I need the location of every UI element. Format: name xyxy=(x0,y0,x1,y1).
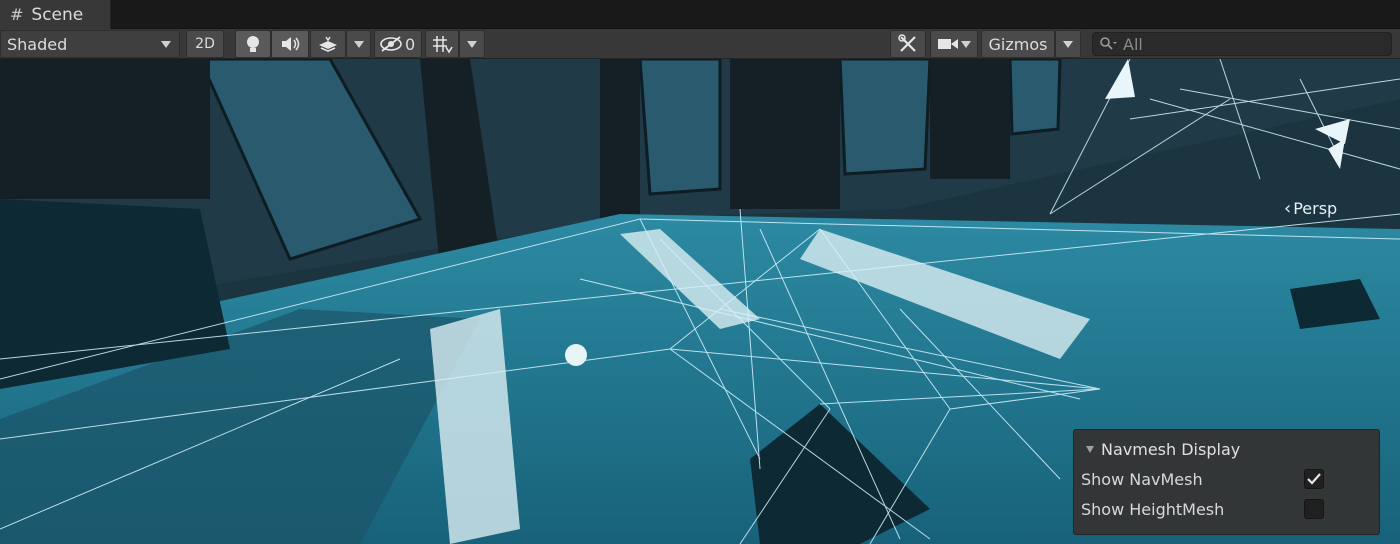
grid-icon xyxy=(433,36,453,54)
perspective-toggle[interactable]: ‹ Persp xyxy=(1284,198,1337,219)
show-heightmesh-label: Show HeightMesh xyxy=(1081,500,1225,519)
audio-toggle-button[interactable] xyxy=(271,30,309,58)
camera-settings-button[interactable] xyxy=(930,30,978,58)
grid-dropdown-button[interactable] xyxy=(459,30,485,58)
tools-button[interactable] xyxy=(890,30,926,58)
hidden-objects-toggle[interactable]: 0 xyxy=(374,30,422,58)
camera-icon xyxy=(938,39,958,49)
show-heightmesh-checkbox[interactable] xyxy=(1304,499,1324,519)
gizmos-dropdown-button[interactable] xyxy=(1055,30,1081,58)
eye-slash-icon xyxy=(380,36,402,52)
show-navmesh-label: Show NavMesh xyxy=(1081,470,1203,489)
lighting-toggle-button[interactable] xyxy=(235,30,271,58)
2d-toggle-label: 2D xyxy=(195,36,215,52)
checkmark-icon xyxy=(1307,473,1321,485)
speaker-icon xyxy=(282,37,300,51)
scene-toolbar: Shaded 2D 0 Gizmos All xyxy=(0,29,1400,59)
hash-icon: # xyxy=(10,5,24,24)
search-input[interactable]: All xyxy=(1092,32,1392,56)
layers-icon xyxy=(319,36,337,52)
show-navmesh-checkbox[interactable] xyxy=(1304,469,1324,489)
gizmos-button[interactable]: Gizmos xyxy=(981,30,1055,58)
navmesh-display-panel: Navmesh Display Show NavMesh Show Height… xyxy=(1073,429,1380,535)
draw-mode-dropdown[interactable]: Shaded xyxy=(0,30,180,58)
tab-scene-label: Scene xyxy=(31,4,84,25)
navmesh-panel-title: Navmesh Display xyxy=(1101,440,1241,459)
tools-icon xyxy=(898,34,916,52)
effects-toggle-button[interactable] xyxy=(310,30,346,58)
2d-toggle-button[interactable]: 2D xyxy=(186,30,224,58)
search-icon xyxy=(1100,37,1117,50)
lightbulb-icon xyxy=(247,36,259,52)
search-placeholder: All xyxy=(1123,34,1143,54)
perspective-label: Persp xyxy=(1293,199,1338,218)
hidden-count: 0 xyxy=(405,34,416,54)
chevron-down-icon xyxy=(467,40,477,48)
effects-dropdown-button[interactable] xyxy=(346,30,371,58)
triangle-down-icon xyxy=(1086,446,1094,453)
chevron-left-icon: ‹ xyxy=(1284,198,1292,219)
draw-mode-label: Shaded xyxy=(7,34,68,54)
chevron-down-icon xyxy=(961,40,971,48)
gizmos-label: Gizmos xyxy=(988,34,1048,54)
grid-toggle-button[interactable] xyxy=(425,30,459,58)
chevron-down-icon xyxy=(353,40,364,48)
tab-bar: # Scene xyxy=(0,0,1400,29)
navmesh-panel-header[interactable]: Navmesh Display xyxy=(1086,440,1240,459)
chevron-down-icon xyxy=(1063,40,1073,48)
scene-viewport[interactable]: ‹ Persp Navmesh Display Show NavMesh Sho… xyxy=(0,59,1400,544)
tab-scene[interactable]: # Scene xyxy=(0,0,111,29)
chevron-down-icon xyxy=(161,40,171,48)
